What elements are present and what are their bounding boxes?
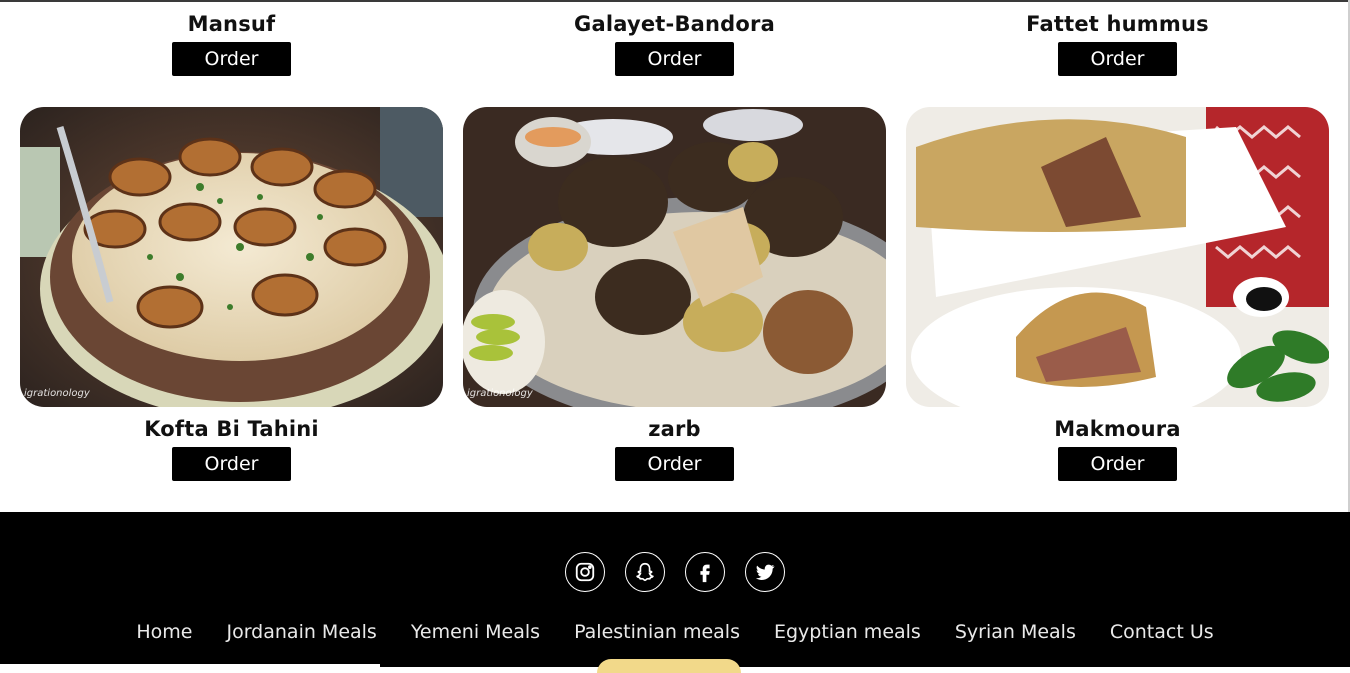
meal-card-zarb: zarb Order	[463, 416, 886, 481]
meal-title: Fattet hummus	[1026, 12, 1209, 36]
kofta-bi-tahini-photo: igrationology	[20, 107, 443, 407]
meal-card-fattet-hummus: Fattet hummus Order	[906, 11, 1329, 76]
footer-nav: Home Jordanain Meals Yemeni Meals Palest…	[0, 621, 1350, 643]
nav-link-contact-us[interactable]: Contact Us	[1110, 621, 1214, 643]
nav-link-palestinian-meals[interactable]: Palestinian meals	[574, 621, 740, 643]
meal-title: Makmoura	[1054, 417, 1181, 441]
social-links	[0, 552, 1350, 592]
order-button[interactable]: Order	[615, 447, 734, 481]
footer-accent-tab	[597, 659, 741, 673]
order-button[interactable]: Order	[172, 447, 291, 481]
meal-title: zarb	[648, 417, 701, 441]
meal-card-makmoura: Makmoura Order	[906, 416, 1329, 481]
meal-title: Galayet-Bandora	[574, 12, 775, 36]
order-button[interactable]: Order	[172, 42, 291, 76]
top-border	[0, 0, 1350, 2]
site-footer: Home Jordanain Meals Yemeni Meals Palest…	[0, 512, 1350, 673]
nav-link-syrian-meals[interactable]: Syrian Meals	[955, 621, 1076, 643]
nav-link-yemeni-meals[interactable]: Yemeni Meals	[411, 621, 540, 643]
watermark: igrationology	[24, 388, 90, 399]
order-button[interactable]: Order	[615, 42, 734, 76]
order-button[interactable]: Order	[1058, 42, 1177, 76]
meal-card-kofta-bi-tahini: Kofta Bi Tahini Order	[20, 416, 443, 481]
zarb-photo: igrationology	[463, 107, 886, 407]
nav-link-jordanian-meals[interactable]: Jordanain Meals	[226, 621, 376, 643]
meal-card-mansuf: Mansuf Order	[20, 11, 443, 76]
nav-link-egyptian-meals[interactable]: Egyptian meals	[774, 621, 921, 643]
instagram-icon[interactable]	[565, 552, 605, 592]
order-button[interactable]: Order	[1058, 447, 1177, 481]
facebook-icon[interactable]	[685, 552, 725, 592]
meal-title: Mansuf	[187, 12, 276, 36]
watermark: igrationology	[467, 388, 533, 399]
snapchat-icon[interactable]	[625, 552, 665, 592]
makmoura-photo	[906, 107, 1329, 407]
twitter-icon[interactable]	[745, 552, 785, 592]
meal-title: Kofta Bi Tahini	[144, 417, 319, 441]
nav-link-home[interactable]: Home	[136, 621, 192, 643]
meal-card-galayet-bandora: Galayet-Bandora Order	[463, 11, 886, 76]
